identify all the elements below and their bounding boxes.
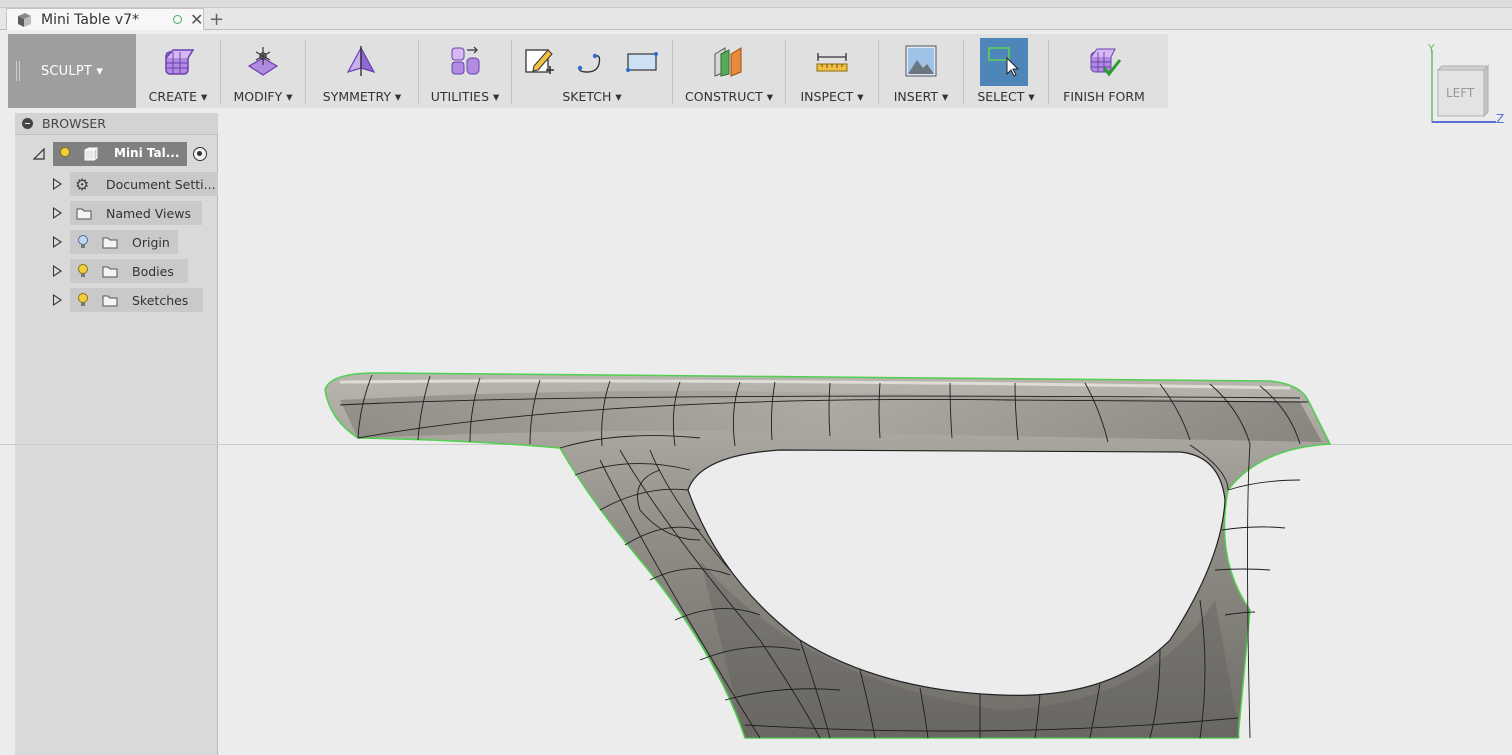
folder-icon [76, 208, 92, 220]
browser-item-origin[interactable]: Origin [15, 230, 218, 254]
view-cube-axis-y: Y [1428, 42, 1435, 55]
construct-menu-label: CONSTRUCT ▾ [685, 89, 773, 104]
utilities-menu[interactable]: UTILITIES ▾ [419, 34, 511, 108]
lightbulb-off-icon[interactable] [77, 234, 89, 250]
browser-panel: BROWSER Mini Tal... ⚙ Document Setti... … [15, 113, 218, 755]
new-tab-button[interactable]: + [209, 9, 224, 30]
expand-triangle-icon[interactable] [53, 294, 62, 306]
main-toolbar: SCULPT ▾ CREATE ▾ MODIFY ▾ SYMMETRY ▾ UT… [8, 34, 1168, 108]
browser-item-label: Sketches [132, 293, 189, 308]
construct-menu[interactable]: CONSTRUCT ▾ [673, 34, 785, 108]
browser-item-label: Document Setti... [106, 177, 216, 192]
workspace-label: SCULPT ▾ [40, 63, 104, 79]
browser-item-sketches[interactable]: Sketches [15, 288, 218, 312]
toolbar-grip-handle[interactable] [16, 61, 20, 81]
activate-component-icon[interactable] [193, 147, 207, 161]
browser-item-label: Bodies [132, 264, 174, 279]
browser-root-node[interactable]: Mini Tal... [15, 142, 218, 166]
expand-triangle-icon[interactable] [53, 265, 62, 277]
insert-image-icon [905, 45, 937, 77]
insert-menu[interactable]: INSERT ▾ [879, 34, 963, 108]
lightbulb-icon[interactable] [59, 146, 71, 162]
close-tab-icon[interactable]: ✕ [190, 10, 203, 29]
create-sketch-icon[interactable] [522, 44, 556, 78]
browser-root-label: Mini Tal... [114, 146, 180, 160]
browser-title: BROWSER [42, 116, 106, 131]
inspect-menu-label: INSPECT ▾ [800, 89, 864, 104]
modify-menu-label: MODIFY ▾ [233, 89, 293, 104]
spline-icon[interactable] [575, 44, 609, 78]
browser-item-label: Origin [132, 235, 170, 250]
browser-item-bodies[interactable]: Bodies [15, 259, 218, 283]
utilities-icon [451, 46, 480, 75]
canvas-viewport[interactable] [219, 113, 1512, 755]
construct-plane-icon [714, 47, 742, 77]
inspect-menu[interactable]: INSPECT ▾ [786, 34, 878, 108]
modify-menu[interactable]: MODIFY ▾ [221, 34, 305, 108]
sketch-menu[interactable]: SKETCH ▾ [512, 34, 672, 108]
expand-triangle-icon[interactable] [53, 178, 62, 190]
browser-item-label: Named Views [106, 206, 191, 221]
window-select-icon [988, 47, 1020, 77]
expand-triangle-icon[interactable] [53, 236, 62, 248]
finish-form-label: FINISH FORM [1063, 89, 1145, 104]
document-title: Mini Table v7* [41, 11, 140, 28]
expand-triangle-icon[interactable] [53, 207, 62, 219]
document-tab[interactable]: Mini Table v7* ✕ [6, 8, 204, 30]
save-status-icon [173, 15, 182, 24]
symmetry-icon [346, 46, 376, 76]
component-icon [84, 147, 98, 161]
collapse-browser-icon[interactable] [22, 118, 33, 129]
folder-icon [102, 295, 118, 307]
select-menu-label: SELECT ▾ [977, 89, 1035, 104]
document-cube-icon [18, 12, 31, 27]
sketch-menu-label: SKETCH ▾ [562, 89, 622, 104]
window-top-strip [0, 0, 1512, 8]
measure-ruler-icon [816, 53, 848, 72]
create-menu-label: CREATE ▾ [148, 89, 208, 104]
select-menu[interactable]: SELECT ▾ [964, 34, 1048, 108]
table-model[interactable] [219, 113, 1512, 755]
folder-icon [102, 266, 118, 278]
document-tab-bar: Mini Table v7* ✕ + [0, 8, 1512, 30]
finish-form-icon [1090, 48, 1121, 77]
create-menu[interactable]: CREATE ▾ [136, 34, 220, 108]
workspace-switcher[interactable]: SCULPT ▾ [8, 34, 136, 108]
folder-icon [102, 237, 118, 249]
collapse-triangle-icon[interactable] [33, 148, 45, 160]
symmetry-menu[interactable]: SYMMETRY ▾ [306, 34, 418, 108]
view-cube-face-label[interactable]: LEFT [1446, 86, 1474, 100]
finish-form-button[interactable]: FINISH FORM [1049, 34, 1159, 108]
utilities-menu-label: UTILITIES ▾ [430, 89, 500, 104]
lightbulb-icon[interactable] [77, 263, 89, 279]
rectangle-icon[interactable] [625, 44, 659, 78]
gear-icon: ⚙ [75, 175, 90, 194]
modify-form-icon [247, 47, 279, 76]
browser-item-named-views[interactable]: Named Views [15, 201, 218, 225]
symmetry-menu-label: SYMMETRY ▾ [322, 89, 402, 104]
create-form-icon [165, 49, 194, 75]
insert-menu-label: INSERT ▾ [893, 89, 949, 104]
browser-item-document-settings[interactable]: ⚙ Document Setti... [15, 172, 218, 196]
lightbulb-icon[interactable] [77, 292, 89, 308]
browser-header[interactable]: BROWSER [15, 113, 218, 135]
